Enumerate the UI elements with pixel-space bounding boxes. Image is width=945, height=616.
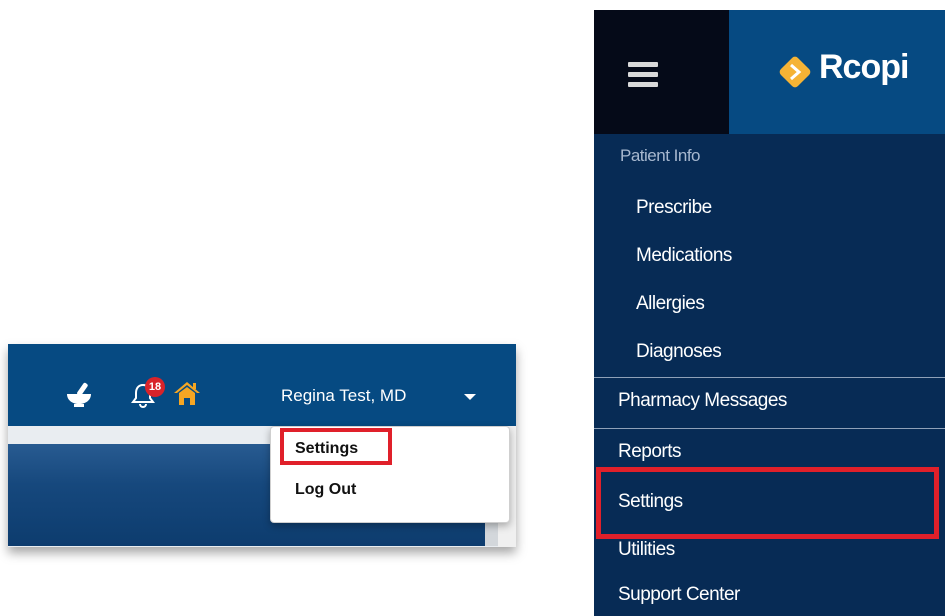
brand-name: Rcopi (819, 48, 909, 86)
notification-badge[interactable]: 18 (145, 377, 165, 397)
nav-item-utilities[interactable]: Utilities (618, 539, 675, 561)
nav-item-reports[interactable]: Reports (618, 441, 682, 463)
nav-item-diagnoses[interactable]: Diagnoses (636, 341, 722, 363)
nav-item-allergies[interactable]: Allergies (636, 293, 705, 315)
hamburger-icon-line (628, 72, 658, 77)
caret-down-icon[interactable] (464, 394, 476, 400)
dropdown-item-settings[interactable]: Settings (295, 440, 358, 458)
nav-item-medications[interactable]: Medications (636, 245, 732, 267)
hamburger-icon (628, 62, 658, 67)
nav-item-settings[interactable]: Settings (618, 491, 683, 513)
nav-item-prescribe[interactable]: Prescribe (636, 197, 712, 219)
hamburger-menu-button[interactable] (594, 10, 729, 134)
top-bar-crop: 18 Regina Test, MD Settings Log Out (8, 344, 516, 547)
user-menu-button[interactable]: Regina Test, MD (281, 386, 406, 406)
user-dropdown-menu: Settings Log Out (270, 426, 510, 523)
hamburger-icon-line (628, 82, 658, 87)
nav-item-support-center[interactable]: Support Center (618, 584, 740, 606)
home-icon[interactable] (173, 380, 201, 406)
nav-divider (594, 377, 945, 378)
side-navigation-crop: Rcopi Patient Info Prescribe Medications… (594, 10, 945, 616)
dropdown-item-log-out[interactable]: Log Out (295, 481, 356, 499)
nav-divider (594, 428, 945, 429)
brand-logo-icon (779, 56, 811, 88)
nav-item-pharmacy-messages[interactable]: Pharmacy Messages (618, 390, 787, 412)
nav-section-patient-info[interactable]: Patient Info (620, 146, 701, 166)
brand-header: Rcopi (729, 10, 945, 134)
mortar-pestle-icon[interactable] (66, 381, 92, 407)
